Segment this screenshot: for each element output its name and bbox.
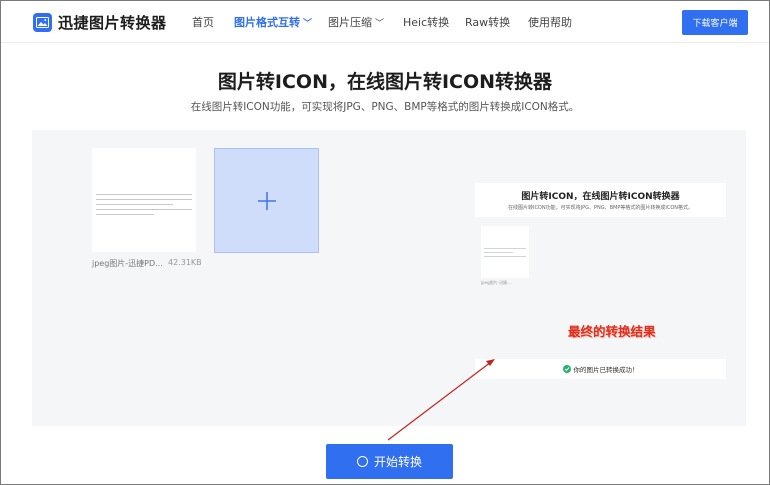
nav-item-format-convert-label: 图片格式互转 [234, 16, 300, 29]
start-convert-label: 开始转换 [373, 455, 422, 469]
result-preview-subtitle: 在线图片转ICON功能，可实现将JPG、PNG、BMP等格式的图片转换成ICON… [507, 205, 694, 211]
nav-item-heic[interactable]: Heic转换 [403, 14, 449, 30]
result-preview-title: 图片转ICON，在线图片转ICON转换器 [521, 192, 680, 202]
logo[interactable]: 迅捷图片转换器 [33, 12, 167, 33]
image-icon [33, 13, 52, 32]
result-annotation: 最终的转换结果 [568, 324, 656, 339]
chevron-down-icon: ﹀ [375, 19, 385, 29]
download-client-button[interactable]: 下载客户端 [682, 10, 748, 35]
start-convert-button[interactable]: 开始转换 [326, 444, 453, 479]
result-preview-file-label: jpeg图片-迅捷... [481, 280, 511, 285]
uploaded-file-thumbnail[interactable] [92, 148, 196, 252]
nav-item-format-convert[interactable]: 图片格式互转 ﹀ [234, 14, 312, 30]
result-thumbnail-lines [484, 248, 526, 260]
top-header: 迅捷图片转换器 首页 图片格式互转 ﹀ 图片压缩 ﹀ Heic转换 Raw转换 使用… [1, 1, 769, 43]
result-success-bar: 你的图片已转换成功！ [475, 359, 726, 379]
thumbnail-text-lines [96, 194, 192, 219]
chevron-down-icon: ﹀ [303, 19, 313, 29]
plus-icon [257, 191, 276, 210]
check-circle-icon [562, 365, 571, 373]
nav-item-home[interactable]: 首页 [192, 14, 214, 30]
result-preview-header: 图片转ICON，在线图片转ICON转换器 在线图片转ICON功能，可实现将JPG… [475, 183, 726, 217]
work-area: jpeg图片-迅捷PD... 42.31KB 图片转ICON，在线图片转ICON… [32, 130, 746, 426]
logo-text: 迅捷图片转换器 [58, 14, 167, 32]
add-file-button[interactable] [214, 148, 319, 253]
nav-item-raw[interactable]: Raw转换 [465, 14, 510, 30]
uploaded-file-size: 42.31KB [168, 258, 202, 267]
uploaded-file-name: jpeg图片-迅捷PD... [92, 259, 163, 268]
page-subtitle: 在线图片转ICON功能，可实现将JPG、PNG、BMP等格式的图片转换成ICON… [190, 101, 580, 113]
nav-item-help[interactable]: 使用帮助 [528, 14, 572, 30]
result-success-text: 你的图片已转换成功！ [573, 366, 639, 374]
result-preview-thumbnail [481, 226, 529, 278]
nav-item-compress[interactable]: 图片压缩 ﹀ [328, 14, 384, 30]
nav-item-compress-label: 图片压缩 [328, 16, 372, 29]
spinner-icon [356, 456, 368, 467]
page-title: 图片转ICON，在线图片转ICON转换器 [217, 71, 553, 93]
